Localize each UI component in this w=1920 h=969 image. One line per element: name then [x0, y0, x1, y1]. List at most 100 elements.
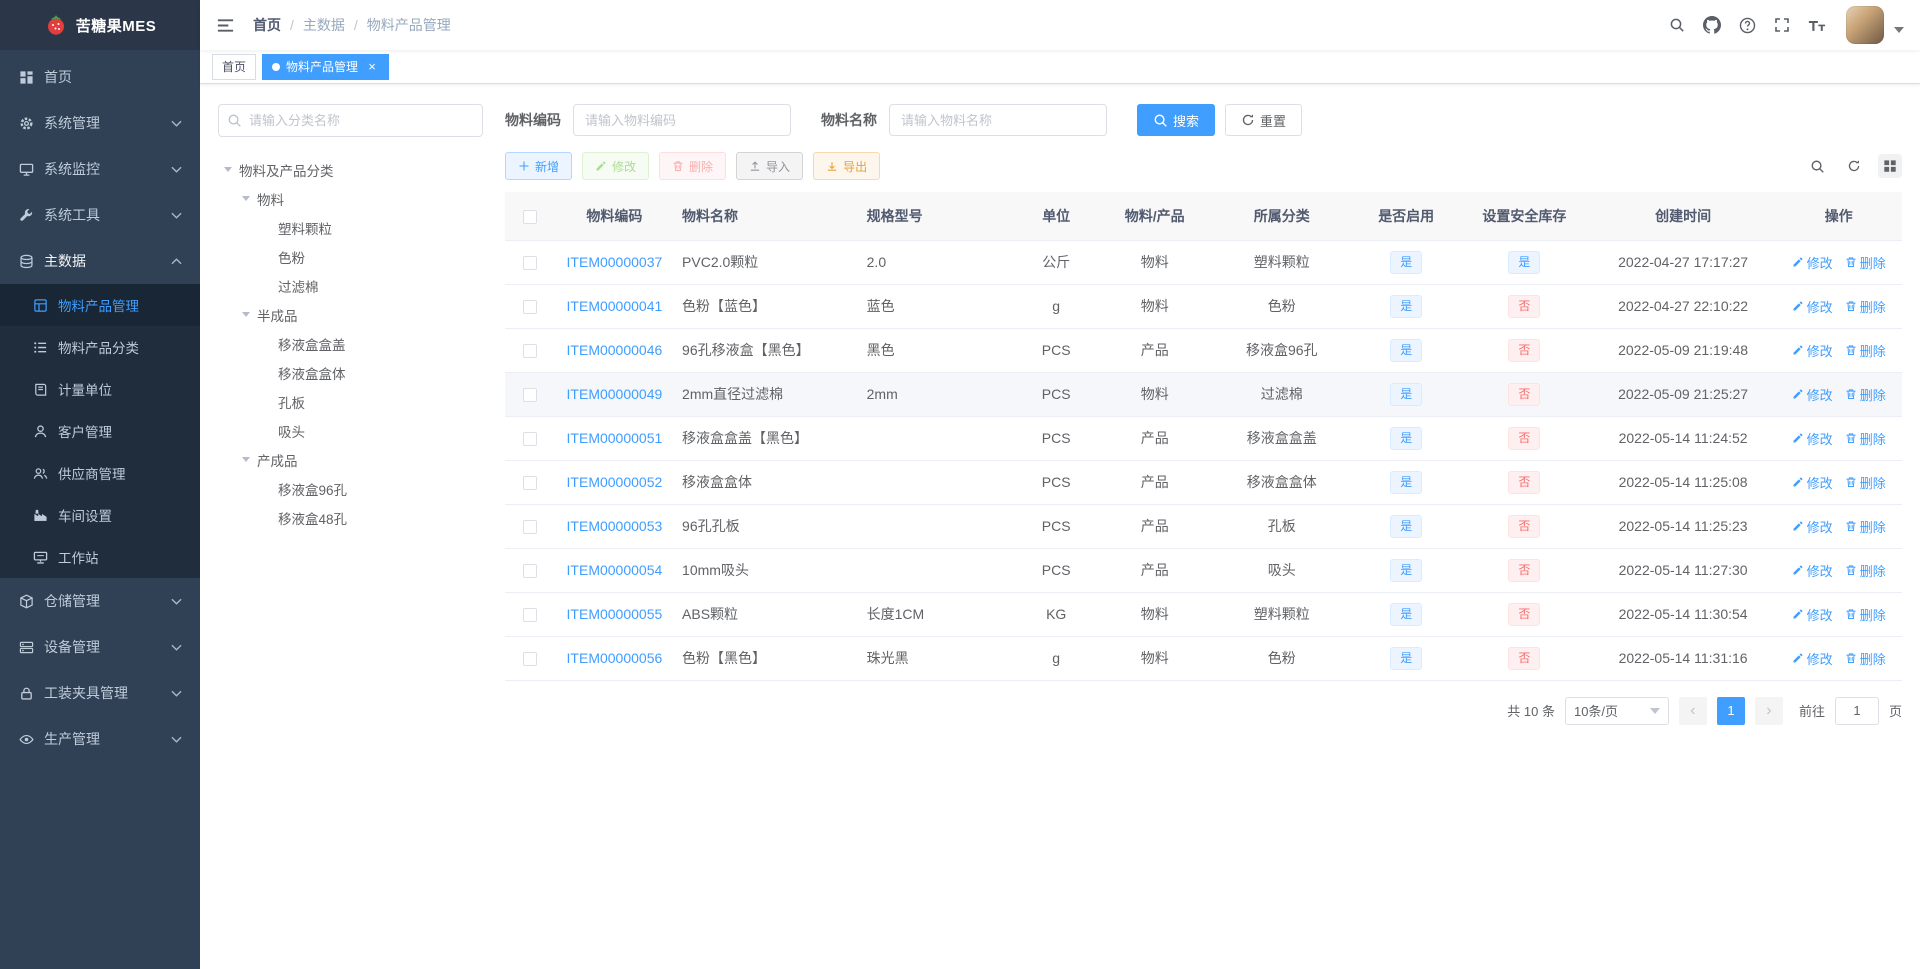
reset-button[interactable]: 重置 [1225, 104, 1303, 136]
tree-node[interactable]: 孔板 [218, 387, 483, 416]
row-edit-link[interactable]: 修改 [1792, 649, 1833, 668]
row-delete-link[interactable]: 删除 [1845, 561, 1886, 580]
sidebar-item-workstation[interactable]: 工作站 [0, 536, 200, 578]
caret-down-icon[interactable] [242, 457, 250, 466]
close-icon[interactable]: × [365, 60, 379, 74]
row-checkbox[interactable] [522, 520, 537, 535]
row-edit-link[interactable]: 修改 [1792, 561, 1833, 580]
caret-down-icon[interactable] [242, 196, 250, 205]
sidebar-item-fixture-mgmt[interactable]: 工装夹具管理 [0, 670, 200, 716]
page-number-button[interactable]: 1 [1716, 696, 1745, 725]
delete-button[interactable]: 删除 [659, 152, 727, 180]
sidebar-item-measure-unit[interactable]: 计量单位 [0, 368, 200, 410]
item-code-link[interactable]: ITEM00000054 [554, 548, 675, 593]
sidebar-item-production-mgmt[interactable]: 生产管理 [0, 716, 200, 762]
tree-node[interactable]: 移液盒盒盖 [218, 329, 483, 358]
hamburger-icon[interactable] [212, 12, 239, 39]
row-delete-link[interactable]: 删除 [1845, 473, 1886, 492]
item-code-link[interactable]: ITEM00000046 [554, 328, 675, 373]
row-edit-link[interactable]: 修改 [1792, 473, 1833, 492]
tree-node[interactable]: 移液盒盒体 [218, 358, 483, 387]
sidebar-item-system-admin[interactable]: 系统管理 [0, 100, 200, 146]
row-delete-link[interactable]: 删除 [1845, 297, 1886, 316]
row-edit-link[interactable]: 修改 [1792, 385, 1833, 404]
tree-node[interactable]: 过滤棉 [218, 271, 483, 300]
filter-input-code[interactable] [573, 104, 791, 136]
row-edit-link[interactable]: 修改 [1792, 605, 1833, 624]
row-delete-link[interactable]: 删除 [1845, 341, 1886, 360]
sidebar-item-workshop-settings[interactable]: 车间设置 [0, 494, 200, 536]
tree-node[interactable]: 半成品 [218, 300, 483, 329]
table-row[interactable]: ITEM00000051 移液盒盒盖【黑色】 PCS 产品 移液盒盒盖 是 否 2022-05… [505, 416, 1902, 461]
page-size-select[interactable]: 10条/页 [1564, 696, 1669, 725]
table-row[interactable]: ITEM00000053 96孔孔板 PCS 产品 孔板 是 否 2022-05-14 11:… [505, 504, 1902, 549]
tab-home[interactable]: 首页 [212, 53, 257, 80]
search-button[interactable]: 搜索 [1137, 104, 1216, 136]
row-checkbox[interactable] [522, 652, 537, 667]
grid-icon[interactable] [1878, 154, 1902, 178]
next-page-button[interactable]: › [1754, 696, 1783, 725]
row-checkbox[interactable] [522, 256, 537, 271]
sidebar-item-equipment-mgmt[interactable]: 设备管理 [0, 624, 200, 670]
row-edit-link[interactable]: 修改 [1792, 297, 1833, 316]
tree-node[interactable]: 移液盒48孔 [218, 503, 483, 532]
sidebar-item-supplier-mgmt[interactable]: 供应商管理 [0, 452, 200, 494]
search-icon[interactable] [1669, 17, 1685, 33]
category-search-input[interactable] [218, 104, 483, 137]
add-button[interactable]: 新增 [505, 152, 573, 180]
row-delete-link[interactable]: 删除 [1845, 385, 1886, 404]
sidebar-item-customer-mgmt[interactable]: 客户管理 [0, 410, 200, 452]
item-code-link[interactable]: ITEM00000056 [554, 636, 675, 681]
tree-node[interactable]: 物料及产品分类 [218, 155, 483, 184]
item-code-link[interactable]: ITEM00000041 [554, 284, 675, 329]
table-row[interactable]: ITEM00000041 色粉【蓝色】 蓝色 g 物料 色粉 是 否 2022-04-27 22… [505, 284, 1902, 329]
row-delete-link[interactable]: 删除 [1845, 649, 1886, 668]
row-checkbox[interactable] [522, 388, 537, 403]
edit-button[interactable]: 修改 [582, 152, 650, 180]
font-size-icon[interactable] [1808, 18, 1826, 33]
fullscreen-icon[interactable] [1774, 17, 1790, 33]
sidebar-item-system-tools[interactable]: 系统工具 [0, 192, 200, 238]
item-code-link[interactable]: ITEM00000055 [554, 592, 675, 637]
tree-node[interactable]: 吸头 [218, 416, 483, 445]
sidebar-item-master-data[interactable]: 主数据 [0, 238, 200, 284]
tree-node[interactable]: 色粉 [218, 242, 483, 271]
table-row[interactable]: ITEM00000054 10mm吸头 PCS 产品 吸头 是 否 2022-05-14 11… [505, 548, 1902, 593]
item-code-link[interactable]: ITEM00000051 [554, 416, 675, 461]
table-row[interactable]: ITEM00000046 96孔移液盒【黑色】 黑色 PCS 产品 移液盒96孔 是 否 202… [505, 328, 1902, 373]
prev-page-button[interactable]: ‹ [1678, 696, 1707, 725]
breadcrumb-item[interactable]: 首页 [253, 15, 281, 35]
row-checkbox[interactable] [522, 432, 537, 447]
row-edit-link[interactable]: 修改 [1792, 253, 1833, 272]
goto-page-input[interactable] [1834, 696, 1879, 725]
row-checkbox[interactable] [522, 608, 537, 623]
sidebar-item-material-product-mgmt[interactable]: 物料产品管理 [0, 284, 200, 326]
row-delete-link[interactable]: 删除 [1845, 429, 1886, 448]
table-row[interactable]: ITEM00000037 PVC2.0颗粒 2.0 公斤 物料 塑料颗粒 是 是 2022-04… [505, 240, 1902, 285]
tree-node[interactable]: 移液盒96孔 [218, 474, 483, 503]
row-delete-link[interactable]: 删除 [1845, 605, 1886, 624]
table-row[interactable]: ITEM00000056 色粉【黑色】 珠光黑 g 物料 色粉 是 否 2022-05-14 1… [505, 636, 1902, 681]
sidebar-item-warehouse-mgmt[interactable]: 仓储管理 [0, 578, 200, 624]
sidebar-item-system-monitor[interactable]: 系统监控 [0, 146, 200, 192]
item-code-link[interactable]: ITEM00000037 [554, 240, 675, 285]
row-checkbox[interactable] [522, 344, 537, 359]
table-row[interactable]: ITEM00000049 2mm直径过滤棉 2mm PCS 物料 过滤棉 是 否 2022-05… [505, 372, 1902, 417]
tree-node[interactable]: 物料 [218, 184, 483, 213]
import-button[interactable]: 导入 [736, 152, 804, 180]
search-icon[interactable] [1805, 154, 1830, 179]
row-delete-link[interactable]: 删除 [1845, 517, 1886, 536]
caret-down-icon[interactable] [242, 312, 250, 321]
app-logo[interactable]: 苦糖果MES [0, 0, 200, 50]
row-checkbox[interactable] [522, 476, 537, 491]
tree-node[interactable]: 塑料颗粒 [218, 213, 483, 242]
github-icon[interactable] [1703, 16, 1721, 34]
caret-down-icon[interactable] [224, 167, 232, 176]
tree-node[interactable]: 产成品 [218, 445, 483, 474]
select-all-checkbox[interactable] [522, 209, 537, 224]
row-edit-link[interactable]: 修改 [1792, 517, 1833, 536]
row-edit-link[interactable]: 修改 [1792, 429, 1833, 448]
row-checkbox[interactable] [522, 300, 537, 315]
table-row[interactable]: ITEM00000052 移液盒盒体 PCS 产品 移液盒盒体是否 2022-05-14 … [505, 460, 1902, 505]
sidebar-item-home[interactable]: 首页 [0, 54, 200, 100]
